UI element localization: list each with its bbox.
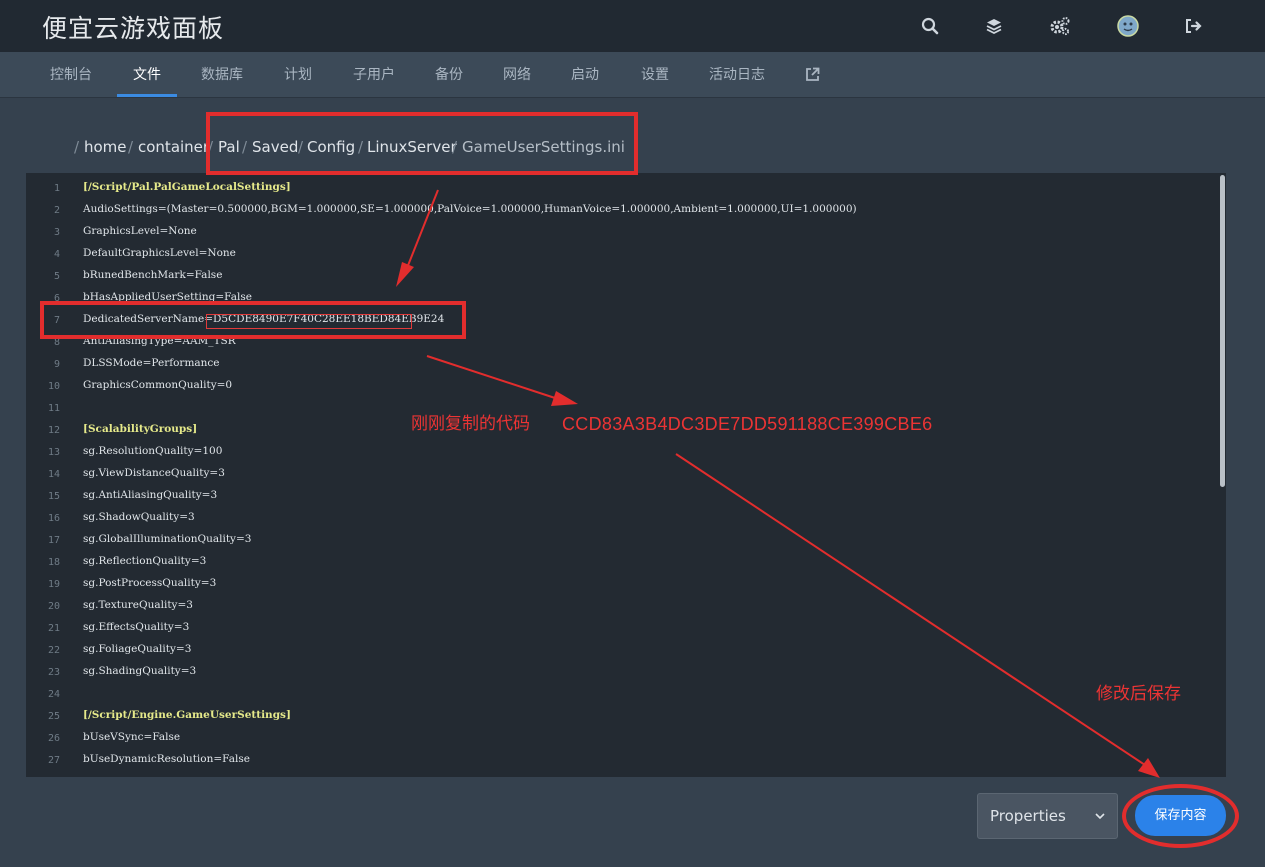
active-tab-indicator (117, 94, 177, 97)
breadcrumb-separator: / (74, 138, 80, 156)
line-number: 25 (47, 711, 60, 722)
code-line[interactable]: DLSSMode=Performance (83, 357, 220, 369)
line-number: 9 (53, 359, 60, 370)
save-hint-label: 修改后保存 (1096, 684, 1181, 704)
code-line[interactable]: [/Script/Pal.PalGameLocalSettings] (83, 181, 291, 193)
line-number: 3 (53, 227, 60, 238)
tab-settings[interactable]: 设置 (641, 52, 669, 98)
file-type-select-value: Properties (990, 807, 1066, 825)
external-link-icon[interactable] (805, 67, 820, 83)
tab-startup[interactable]: 启动 (571, 52, 599, 98)
line-number: 11 (47, 403, 60, 414)
line-number: 20 (47, 601, 60, 612)
line-number: 10 (47, 381, 60, 392)
code-line[interactable]: DefaultGraphicsLevel=None (83, 247, 236, 259)
line-number: 27 (47, 755, 60, 766)
line-number: 21 (47, 623, 60, 634)
copied-code-value: CCD83A3B4DC3DE7DD591188CE399CBE6 (562, 414, 933, 434)
tab-console[interactable]: 控制台 (50, 52, 92, 98)
code-line[interactable]: bUseDynamicResolution=False (83, 753, 250, 765)
line-number: 2 (53, 205, 60, 216)
code-line[interactable]: bUseVSync=False (83, 731, 180, 743)
breadcrumb-separator: / (128, 138, 134, 156)
line-number: 15 (47, 491, 60, 502)
breadcrumb-home[interactable]: home (84, 137, 127, 157)
line-number: 18 (47, 557, 60, 568)
line-number: 19 (47, 579, 60, 590)
code-line[interactable]: sg.AntiAliasingQuality=3 (83, 489, 217, 501)
code-line[interactable]: [ScalabilityGroups] (83, 423, 197, 435)
code-line[interactable]: GraphicsCommonQuality=0 (83, 379, 232, 391)
layers-icon[interactable] (981, 13, 1007, 39)
code-line[interactable]: sg.EffectsQuality=3 (83, 621, 189, 633)
line-number: 22 (47, 645, 60, 656)
code-line[interactable]: sg.GlobalIlluminationQuality=3 (83, 533, 251, 545)
code-line[interactable]: sg.ViewDistanceQuality=3 (83, 467, 225, 479)
code-line[interactable]: sg.ReflectionQuality=3 (83, 555, 206, 567)
tab-files[interactable]: 文件 (133, 52, 161, 98)
cogs-icon[interactable] (1047, 13, 1073, 39)
tab-backups[interactable]: 备份 (435, 52, 463, 98)
copied-code-label: 刚刚复制的代码 (411, 414, 530, 434)
code-line[interactable]: sg.ResolutionQuality=100 (83, 445, 222, 457)
code-editor[interactable]: 1 [/Script/Pal.PalGameLocalSettings] 2 Audi… (26, 173, 1226, 777)
breadcrumb-highlight-rect (206, 112, 638, 175)
tab-activity-log[interactable]: 活动日志 (709, 52, 765, 98)
code-line[interactable]: sg.ShadowQuality=3 (83, 511, 195, 523)
nav-bar: 控制台 文件 数据库 计划 子用户 备份 网络 启动 设置 活动日志 (0, 52, 1265, 98)
line-number: 13 (47, 447, 60, 458)
tab-subusers[interactable]: 子用户 (353, 52, 395, 98)
line-number: 26 (47, 733, 60, 744)
chevron-down-icon (1095, 794, 1105, 838)
breadcrumb-container[interactable]: container (138, 137, 209, 157)
file-type-select[interactable]: Properties (977, 793, 1118, 839)
line-number: 16 (47, 513, 60, 524)
server-name-value-box (206, 314, 412, 329)
search-icon[interactable] (917, 13, 943, 39)
line-number: 5 (53, 271, 60, 282)
top-bar: 便宜云游戏面板 (0, 0, 1265, 52)
code-line[interactable]: bRunedBenchMark=False (83, 269, 222, 281)
code-line[interactable]: AudioSettings=(Master=0.500000,BGM=1.000… (83, 203, 857, 215)
code-line[interactable]: sg.PostProcessQuality=3 (83, 577, 216, 589)
line-number: 4 (53, 249, 60, 260)
code-line[interactable]: sg.ShadingQuality=3 (83, 665, 196, 677)
tab-network[interactable]: 网络 (503, 52, 531, 98)
line-number: 14 (47, 469, 60, 480)
line-number: 17 (47, 535, 60, 546)
save-button-highlight-ellipse (1122, 784, 1239, 848)
line-number: 12 (47, 425, 60, 436)
line-number: 1 (53, 183, 60, 194)
tab-schedule[interactable]: 计划 (284, 52, 312, 98)
line-number: 24 (47, 689, 60, 700)
logout-icon[interactable] (1181, 13, 1207, 39)
code-line[interactable]: sg.FoliageQuality=3 (83, 643, 191, 655)
tab-database[interactable]: 数据库 (201, 52, 243, 98)
code-line[interactable]: [/Script/Engine.GameUserSettings] (83, 709, 291, 721)
code-line[interactable]: sg.TextureQuality=3 (83, 599, 193, 611)
avatar[interactable] (1115, 13, 1141, 39)
editor-scrollbar[interactable] (1220, 175, 1225, 487)
app-title: 便宜云游戏面板 (42, 14, 225, 43)
line-number: 23 (47, 667, 60, 678)
code-line[interactable]: GraphicsLevel=None (83, 225, 197, 237)
